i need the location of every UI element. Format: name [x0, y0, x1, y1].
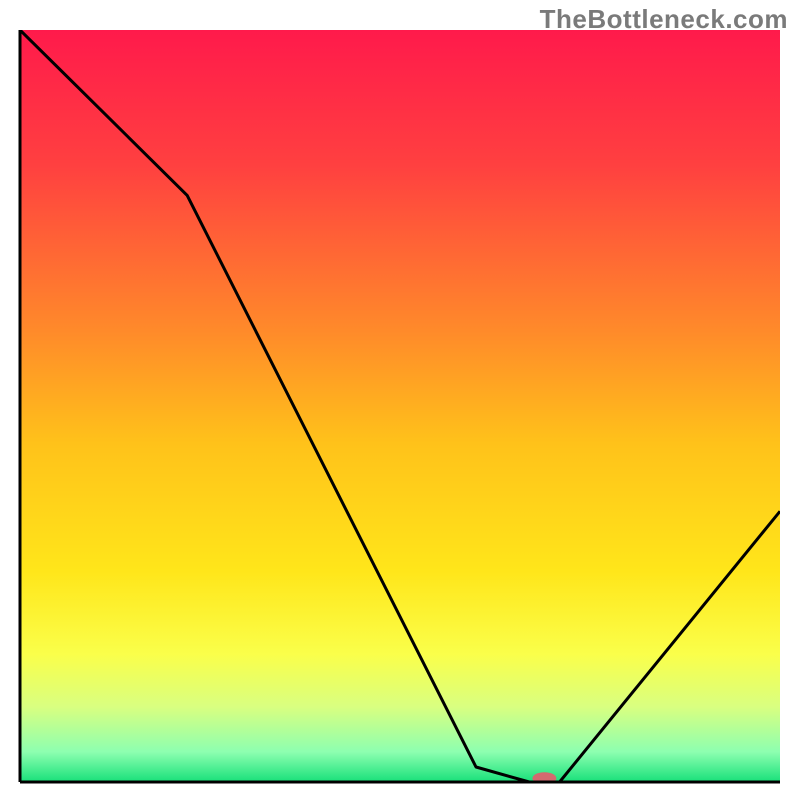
chart-canvas	[0, 0, 800, 800]
watermark-text: TheBottleneck.com	[540, 4, 788, 35]
bottleneck-chart: TheBottleneck.com	[0, 0, 800, 800]
